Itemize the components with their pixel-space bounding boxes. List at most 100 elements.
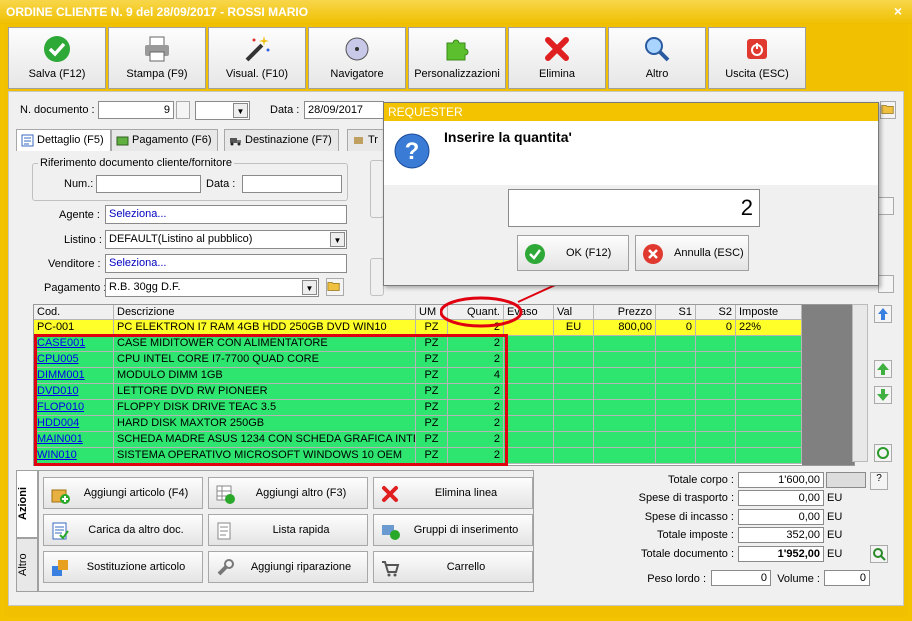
empty-cell[interactable] bbox=[656, 368, 696, 384]
folder-icon[interactable] bbox=[878, 275, 894, 293]
empty-cell[interactable] bbox=[504, 368, 554, 384]
empty-cell[interactable] bbox=[736, 336, 802, 352]
preview-button[interactable]: Visual. (F10) bbox=[208, 27, 306, 89]
other-button[interactable]: Altro bbox=[608, 27, 706, 89]
empty-cell[interactable] bbox=[554, 400, 594, 416]
tab-trasporto[interactable]: Tr bbox=[347, 129, 387, 151]
empty-cell[interactable] bbox=[696, 384, 736, 400]
empty-cell[interactable] bbox=[554, 368, 594, 384]
move-top-icon[interactable] bbox=[874, 305, 892, 323]
doc-number-spin[interactable] bbox=[176, 101, 190, 119]
empty-cell[interactable] bbox=[656, 400, 696, 416]
doc-series-select[interactable]: ▼ bbox=[195, 101, 250, 120]
ref-date-field[interactable] bbox=[242, 175, 342, 193]
empty-cell[interactable] bbox=[554, 448, 594, 464]
empty-cell[interactable] bbox=[736, 432, 802, 448]
aggiungi-riparazione-button[interactable]: Aggiungi riparazione bbox=[208, 551, 368, 583]
date-field[interactable] bbox=[304, 101, 384, 119]
empty-cell[interactable] bbox=[736, 400, 802, 416]
folder-icon[interactable] bbox=[880, 101, 896, 119]
close-icon[interactable]: × bbox=[890, 3, 906, 19]
quantity-input[interactable]: 2 bbox=[508, 189, 760, 227]
chevron-down-icon[interactable]: ▼ bbox=[330, 232, 345, 247]
spese-incasso-value[interactable]: 0,00 bbox=[738, 509, 824, 525]
move-up-icon[interactable] bbox=[874, 360, 892, 378]
empty-cell[interactable] bbox=[554, 432, 594, 448]
empty-cell[interactable] bbox=[504, 400, 554, 416]
sostituzione-articolo-button[interactable]: Sostituzione articolo bbox=[43, 551, 203, 583]
tab-destinazione[interactable]: Destinazione (F7) bbox=[224, 129, 339, 151]
listino-select[interactable]: DEFAULT(Listino al pubblico) ▼ bbox=[105, 230, 347, 249]
lista-rapida-button[interactable]: Lista rapida bbox=[208, 514, 368, 546]
peso-lordo-value[interactable]: 0 bbox=[711, 570, 771, 586]
empty-cell[interactable] bbox=[696, 416, 736, 432]
refresh-icon[interactable] bbox=[874, 444, 892, 462]
ok-button[interactable]: OK (F12) bbox=[517, 235, 629, 271]
empty-cell[interactable] bbox=[736, 448, 802, 464]
empty-cell[interactable] bbox=[594, 400, 656, 416]
empty-cell[interactable] bbox=[736, 416, 802, 432]
empty-cell[interactable] bbox=[504, 336, 554, 352]
empty-cell[interactable] bbox=[554, 384, 594, 400]
chevron-down-icon[interactable]: ▼ bbox=[302, 280, 317, 295]
agente-select[interactable]: Seleziona... bbox=[105, 205, 347, 224]
zoom-icon[interactable] bbox=[870, 545, 888, 563]
aggiungi-articolo-f4-button[interactable]: Aggiungi articolo (F4) bbox=[43, 477, 203, 509]
empty-cell[interactable] bbox=[656, 448, 696, 464]
empty-cell[interactable] bbox=[504, 352, 554, 368]
carrello-button[interactable]: Carrello bbox=[373, 551, 533, 583]
move-down-icon[interactable] bbox=[874, 386, 892, 404]
customize-button[interactable]: Personalizzazioni bbox=[408, 27, 506, 89]
empty-cell[interactable] bbox=[594, 432, 656, 448]
save-button[interactable]: Salva (F12) bbox=[8, 27, 106, 89]
empty-cell[interactable] bbox=[656, 432, 696, 448]
empty-cell[interactable] bbox=[594, 384, 656, 400]
empty-cell[interactable] bbox=[554, 352, 594, 368]
tab-pagamento[interactable]: Pagamento (F6) bbox=[111, 129, 219, 151]
ref-number-field[interactable] bbox=[96, 175, 201, 193]
empty-cell[interactable] bbox=[656, 336, 696, 352]
venditore-select[interactable]: Seleziona... bbox=[105, 254, 347, 273]
empty-cell[interactable] bbox=[504, 384, 554, 400]
folder-icon[interactable] bbox=[326, 278, 344, 296]
tab-dettaglio[interactable]: Dettaglio (F5) bbox=[16, 129, 111, 151]
empty-cell[interactable] bbox=[656, 416, 696, 432]
column-header[interactable]: Cod. bbox=[34, 305, 114, 320]
empty-cell[interactable] bbox=[504, 432, 554, 448]
empty-cell[interactable] bbox=[696, 400, 736, 416]
tab-altro[interactable]: Altro bbox=[16, 538, 38, 592]
help-button[interactable]: ? bbox=[870, 472, 888, 490]
empty-cell[interactable] bbox=[696, 368, 736, 384]
grid-scrollbar[interactable] bbox=[852, 304, 868, 462]
tab-azioni[interactable]: Azioni bbox=[16, 470, 38, 538]
elimina-linea-button[interactable]: Elimina linea bbox=[373, 477, 533, 509]
volume-value[interactable]: 0 bbox=[824, 570, 870, 586]
empty-cell[interactable] bbox=[594, 448, 656, 464]
empty-cell[interactable] bbox=[594, 368, 656, 384]
empty-cell[interactable] bbox=[736, 384, 802, 400]
cell-imposte[interactable]: 22% bbox=[736, 320, 802, 336]
gruppi-di-inserimento-button[interactable]: Gruppi di inserimento bbox=[373, 514, 533, 546]
doc-number-field[interactable] bbox=[98, 101, 174, 119]
spese-trasporto-value[interactable]: 0,00 bbox=[738, 490, 824, 506]
pagamento-select[interactable]: R.B. 30gg D.F. ▼ bbox=[105, 278, 319, 297]
cancel-button[interactable]: Annulla (ESC) bbox=[635, 235, 749, 271]
empty-cell[interactable] bbox=[736, 352, 802, 368]
empty-cell[interactable] bbox=[696, 448, 736, 464]
empty-cell[interactable] bbox=[554, 416, 594, 432]
empty-cell[interactable] bbox=[656, 384, 696, 400]
aggiungi-altro-f3-button[interactable]: Aggiungi altro (F3) bbox=[208, 477, 368, 509]
exit-button[interactable]: Uscita (ESC) bbox=[708, 27, 806, 89]
empty-cell[interactable] bbox=[594, 352, 656, 368]
folder-icon[interactable] bbox=[878, 197, 894, 215]
carica-da-altro-doc-button[interactable]: Carica da altro doc. bbox=[43, 514, 203, 546]
delete-button[interactable]: Elimina bbox=[508, 27, 606, 89]
empty-cell[interactable] bbox=[554, 336, 594, 352]
empty-cell[interactable] bbox=[696, 336, 736, 352]
empty-cell[interactable] bbox=[504, 416, 554, 432]
empty-cell[interactable] bbox=[696, 432, 736, 448]
column-header[interactable]: Imposte bbox=[736, 305, 802, 320]
column-header[interactable]: Descrizione bbox=[114, 305, 416, 320]
empty-cell[interactable] bbox=[656, 352, 696, 368]
empty-cell[interactable] bbox=[594, 336, 656, 352]
